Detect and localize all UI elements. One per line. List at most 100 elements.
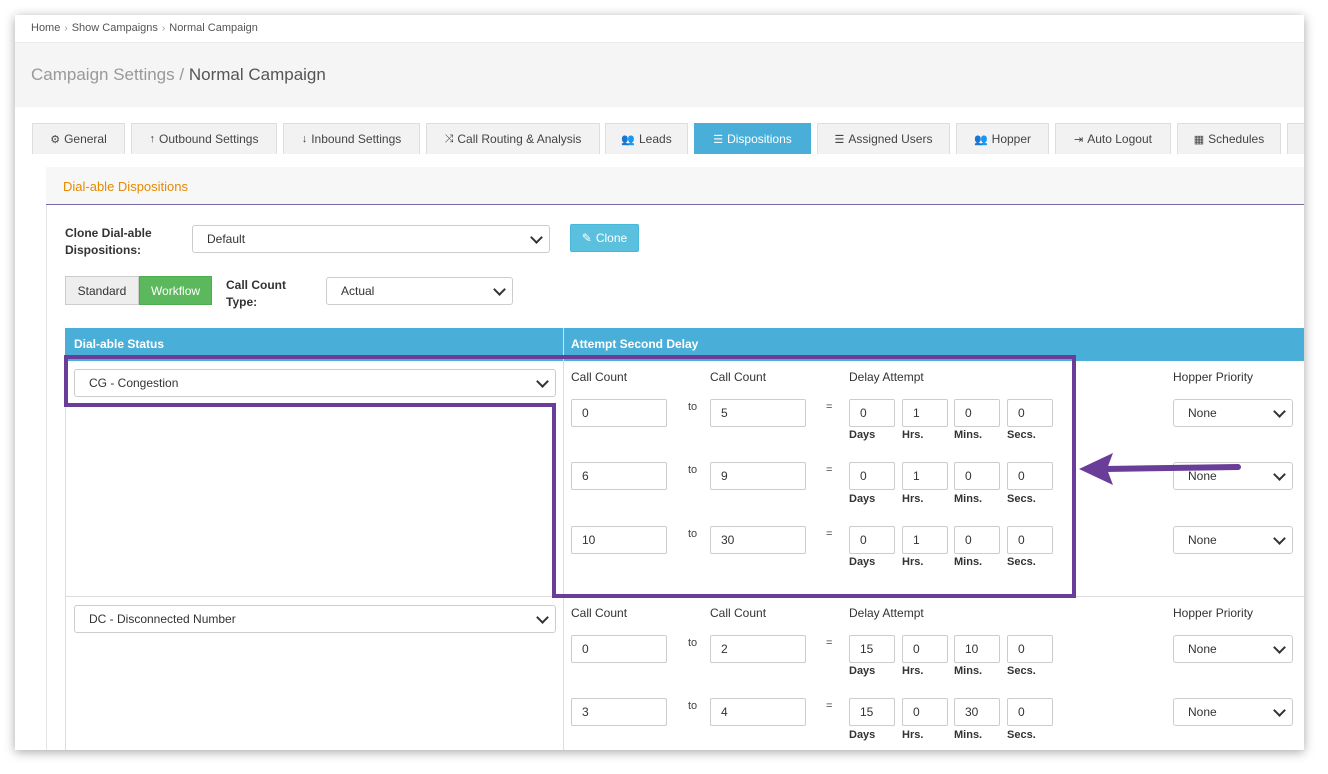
chevron-down-icon xyxy=(493,283,506,296)
tab-leads[interactable]: 👥 Leads xyxy=(605,123,688,154)
hours-input[interactable]: 1 xyxy=(902,462,948,490)
secs-label: Secs. xyxy=(1007,493,1036,505)
minutes-input[interactable]: 30 xyxy=(954,698,1000,726)
days-input[interactable]: 15 xyxy=(849,698,895,726)
highlight-top xyxy=(64,355,1076,407)
hopper-priority-select[interactable]: None xyxy=(1173,635,1293,663)
call-count-from-input[interactable]: 0 xyxy=(571,635,667,663)
hours-input[interactable]: 0 xyxy=(902,698,948,726)
call-count-to-input[interactable]: 2 xyxy=(710,635,806,663)
seconds-input[interactable]: 0 xyxy=(1007,635,1053,663)
select-value: None xyxy=(1188,533,1217,547)
to-label: to xyxy=(688,700,698,712)
minutes-input[interactable]: 0 xyxy=(954,462,1000,490)
select-value: Actual xyxy=(341,284,375,298)
tab-assigned-users[interactable]: ☰ Assigned Users xyxy=(817,123,950,154)
to-label: to xyxy=(688,464,698,476)
chevron-down-icon xyxy=(536,611,549,624)
seconds-input[interactable]: 0 xyxy=(1007,526,1053,554)
chevron-down-icon xyxy=(1273,704,1286,717)
call-count-from-input[interactable]: 10 xyxy=(571,526,667,554)
days-input[interactable]: 0 xyxy=(849,462,895,490)
tab-label: Outbound Settings xyxy=(159,132,259,146)
secs-label: Secs. xyxy=(1007,429,1036,441)
minutes-input[interactable]: 0 xyxy=(954,526,1000,554)
select-value: None xyxy=(1188,642,1217,656)
tab-overflow[interactable] xyxy=(1287,123,1304,154)
call-count-type-label: Call Count Type: xyxy=(226,278,286,309)
chevron-down-icon xyxy=(1273,532,1286,545)
page-title-separator: / xyxy=(179,65,185,84)
tab-schedules[interactable]: ▦ Schedules xyxy=(1177,123,1281,154)
hours-input[interactable]: 1 xyxy=(902,526,948,554)
hrs-label: Hrs. xyxy=(902,556,924,568)
call-count-from-input[interactable]: 3 xyxy=(571,698,667,726)
tab-inbound-settings[interactable]: ↓ Inbound Settings xyxy=(283,123,420,154)
breadcrumb-home[interactable]: Home xyxy=(31,22,60,34)
hopper-priority-header: Hopper Priority xyxy=(1173,606,1254,620)
days-label: Days xyxy=(849,665,876,677)
clone-button-label: Clone xyxy=(595,231,628,245)
standard-toggle[interactable]: Standard xyxy=(65,276,139,305)
breadcrumb: Home › Show Campaigns › Normal Campaign xyxy=(31,22,258,34)
equals-label: = xyxy=(826,637,833,649)
sign-out-icon: ⇥ xyxy=(1074,133,1084,146)
mins-label: Mins. xyxy=(954,493,983,505)
days-label: Days xyxy=(849,729,876,741)
status-select[interactable]: DC - Disconnected Number xyxy=(74,605,556,633)
select-value: None xyxy=(1188,705,1217,719)
chevron-right-icon: › xyxy=(161,23,166,34)
secs-label: Secs. xyxy=(1007,729,1036,741)
minutes-input[interactable]: 10 xyxy=(954,635,1000,663)
equals-label: = xyxy=(826,464,833,476)
tab-general[interactable]: ⚙ General xyxy=(32,123,125,154)
days-input[interactable]: 15 xyxy=(849,635,895,663)
hopper-priority-select[interactable]: None xyxy=(1173,698,1293,726)
list-ol-icon: ☰ xyxy=(834,133,845,146)
mins-label: Mins. xyxy=(954,729,983,741)
hrs-label: Hrs. xyxy=(902,729,924,741)
days-input[interactable]: 0 xyxy=(849,526,895,554)
chevron-down-icon xyxy=(1273,641,1286,654)
tab-label: Inbound Settings xyxy=(311,132,402,146)
mins-label: Mins. xyxy=(954,556,983,568)
breadcrumb-current: Normal Campaign xyxy=(169,22,258,34)
highlight-bottom xyxy=(552,594,1076,598)
call-count-from-input[interactable]: 6 xyxy=(571,462,667,490)
to-label: to xyxy=(688,528,698,540)
hopper-priority-select[interactable]: None xyxy=(1173,526,1293,554)
gears-icon: ⚙ xyxy=(50,133,61,146)
annotation-arrow-icon xyxy=(1079,453,1241,485)
call-count-to-input[interactable]: 9 xyxy=(710,462,806,490)
hours-input[interactable]: 0 xyxy=(902,635,948,663)
call-count-to-input[interactable]: 4 xyxy=(710,698,806,726)
mins-label: Mins. xyxy=(954,429,983,441)
tab-auto-logout[interactable]: ⇥ Auto Logout xyxy=(1055,123,1171,154)
clone-button[interactable]: ✎ Clone xyxy=(570,224,639,252)
workflow-toggle[interactable]: Workflow xyxy=(139,276,212,305)
app-window: Home › Show Campaigns › Normal Campaign Camp… xyxy=(15,15,1304,750)
list-icon: ☰ xyxy=(713,133,724,146)
hopper-priority-select[interactable]: None xyxy=(1173,399,1293,427)
tab-hopper[interactable]: 👥 Hopper xyxy=(956,123,1049,154)
arrow-down-icon: ↓ xyxy=(301,133,308,145)
clone-label: Clone Dial-able Dispositions: xyxy=(65,226,152,257)
secs-label: Secs. xyxy=(1007,556,1036,568)
days-label: Days xyxy=(849,429,876,441)
edit-icon: ✎ xyxy=(581,231,592,245)
call-count-to-input[interactable]: 30 xyxy=(710,526,806,554)
tab-outbound-settings[interactable]: ↑ Outbound Settings xyxy=(131,123,277,154)
chevron-down-icon xyxy=(530,231,543,244)
tab-label: Call Routing & Analysis xyxy=(457,132,582,146)
delay-attempt-header: Delay Attempt xyxy=(849,606,924,620)
chevron-down-icon xyxy=(1273,405,1286,418)
tab-call-routing[interactable]: ⤨ Call Routing & Analysis xyxy=(426,123,600,154)
days-label: Days xyxy=(849,493,876,505)
breadcrumb-campaigns[interactable]: Show Campaigns xyxy=(72,22,158,34)
select-value: DC - Disconnected Number xyxy=(89,612,236,626)
seconds-input[interactable]: 0 xyxy=(1007,462,1053,490)
tab-dispositions[interactable]: ☰ Dispositions xyxy=(694,123,811,154)
call-count-type-select[interactable]: Actual xyxy=(326,277,513,305)
clone-dispositions-select[interactable]: Default xyxy=(192,225,550,253)
seconds-input[interactable]: 0 xyxy=(1007,698,1053,726)
